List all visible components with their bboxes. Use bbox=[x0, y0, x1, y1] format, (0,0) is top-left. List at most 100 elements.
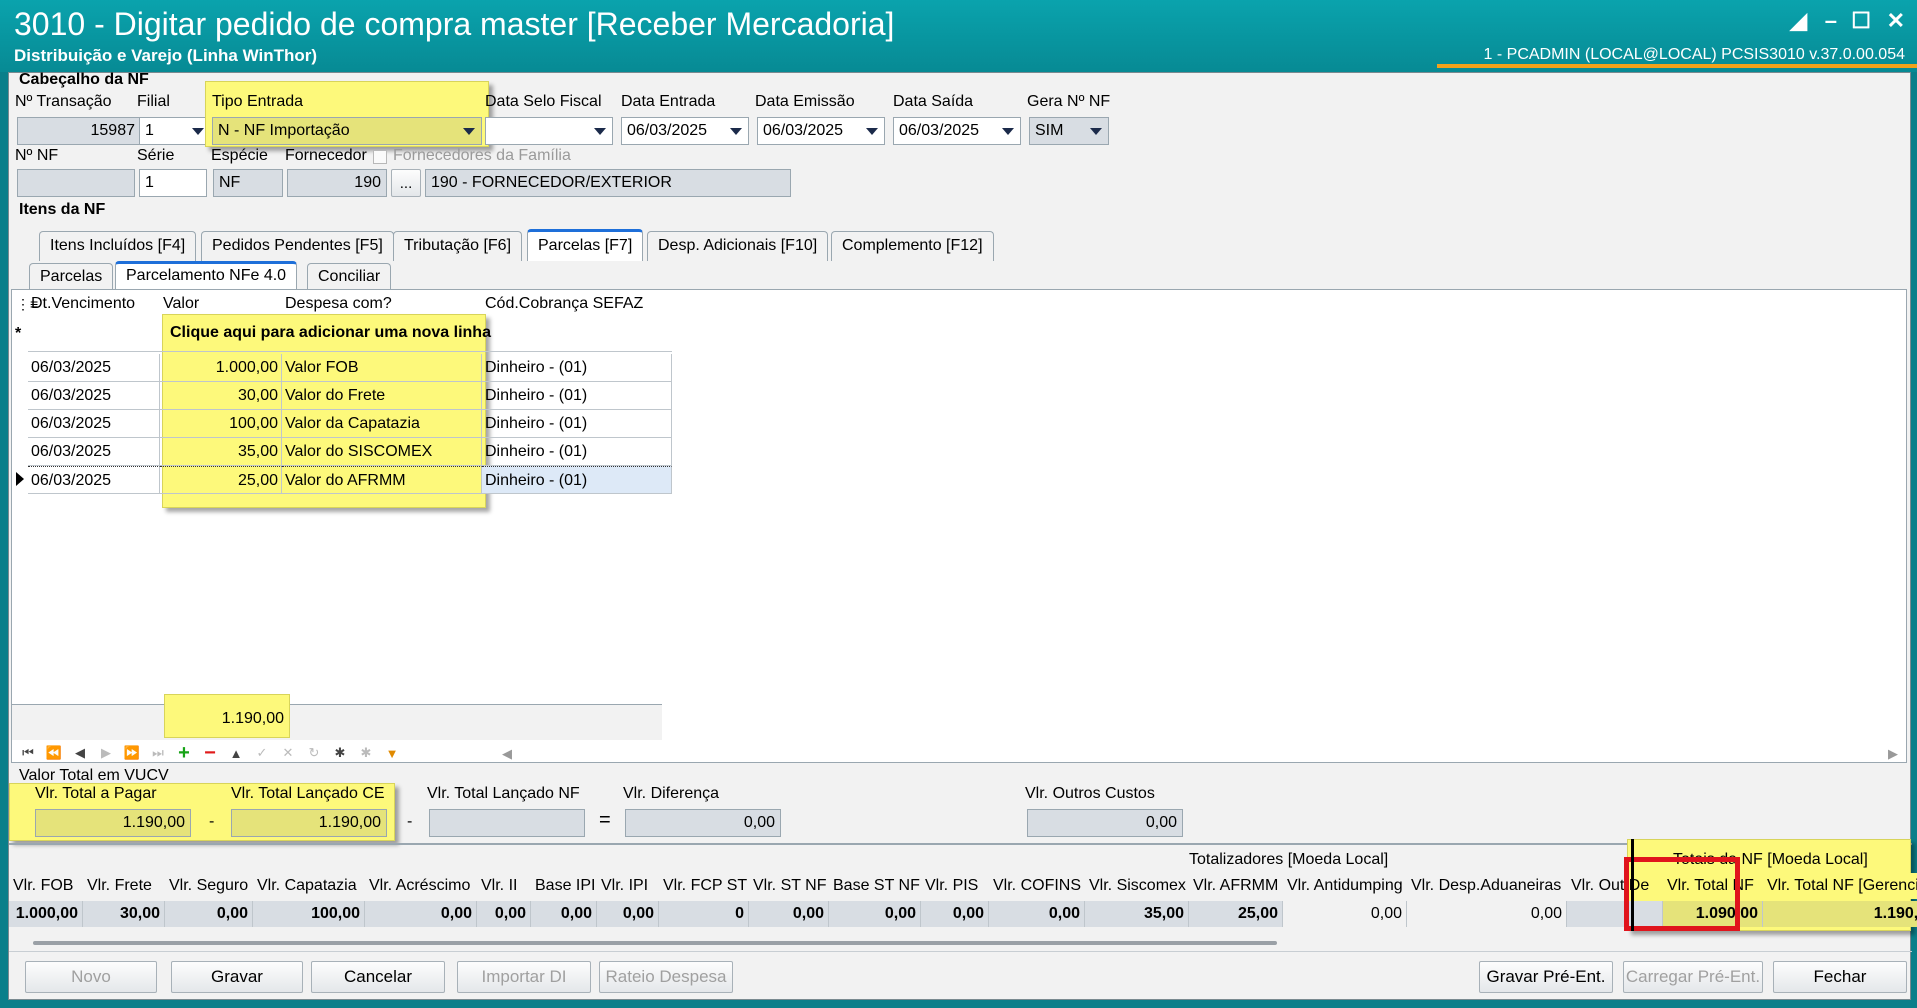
edit-record-icon[interactable]: ▲ bbox=[224, 742, 248, 764]
table-row[interactable]: 06/03/2025 30,00 Valor do Frete Dinheiro - … bbox=[12, 382, 672, 410]
table-row[interactable]: 06/03/2025 1.000,00 Valor FOB Dinheiro - (0… bbox=[12, 354, 672, 382]
cell-vencimento[interactable]: 06/03/2025 bbox=[28, 354, 160, 382]
gravar-pre-entrada-button[interactable]: Gravar Pré-Ent. bbox=[1479, 961, 1613, 993]
cell-despesa[interactable]: Valor da Capatazia bbox=[282, 410, 482, 438]
familia-checkbox[interactable] bbox=[373, 150, 387, 164]
importar-di-button[interactable]: Importar DI bbox=[457, 961, 591, 993]
cell-cod-cobranca[interactable]: Dinheiro - (01) bbox=[482, 410, 672, 438]
data-saida-value: 06/03/2025 bbox=[899, 122, 980, 139]
filter-icon[interactable]: ▼ bbox=[380, 742, 404, 764]
fechar-button[interactable]: Fechar bbox=[1773, 961, 1907, 993]
transacao-field[interactable]: 15987 bbox=[17, 117, 141, 145]
gravar-button[interactable]: Gravar bbox=[171, 961, 303, 993]
num-nf-field[interactable] bbox=[17, 169, 135, 197]
prior-record-icon[interactable]: ◀ bbox=[68, 742, 92, 764]
horizontal-scrollbar[interactable] bbox=[33, 941, 1277, 945]
close-icon[interactable]: ✕ bbox=[1887, 8, 1905, 34]
cell-despesa[interactable]: Valor do Frete bbox=[282, 382, 482, 410]
data-selo-select[interactable] bbox=[485, 117, 613, 145]
table-row[interactable]: 06/03/2025 35,00 Valor do SISCOMEX Dinheiro… bbox=[12, 438, 672, 466]
chevron-down-icon[interactable] bbox=[997, 119, 1019, 143]
tab-parcelas[interactable]: Parcelas [F7] bbox=[527, 229, 644, 261]
gera-nf-select[interactable]: SIM bbox=[1029, 117, 1109, 145]
cell-vencimento[interactable]: 06/03/2025 bbox=[28, 382, 160, 410]
cell-valor[interactable]: 1.000,00 bbox=[160, 354, 282, 382]
fornecedor-code-field[interactable]: 190 bbox=[287, 169, 387, 197]
next-page-icon[interactable]: ⏩ bbox=[120, 742, 144, 764]
minimize-icon[interactable]: – bbox=[1825, 8, 1837, 34]
subtab-parcelamento-nfe[interactable]: Parcelamento NFe 4.0 bbox=[115, 261, 298, 291]
refresh-icon[interactable]: ↻ bbox=[302, 742, 326, 764]
data-selo-label: Data Selo Fiscal bbox=[485, 93, 602, 110]
col-header-cod-cobranca[interactable]: Cód.Cobrança SEFAZ bbox=[482, 290, 672, 318]
chevron-down-icon[interactable] bbox=[725, 119, 747, 143]
filial-select[interactable]: 1 bbox=[139, 117, 211, 145]
fornecedor-name-field[interactable]: 190 - FORNECEDOR/EXTERIOR bbox=[425, 169, 791, 197]
first-record-icon[interactable]: ⏮ bbox=[16, 742, 40, 764]
total-ce-field[interactable]: 1.190,00 bbox=[231, 809, 387, 837]
chevron-down-icon[interactable] bbox=[458, 119, 480, 143]
total-pagar-field[interactable]: 1.190,00 bbox=[35, 809, 191, 837]
goto-bookmark-icon[interactable]: ✱ bbox=[354, 742, 378, 764]
cancel-record-icon[interactable]: ✕ bbox=[276, 742, 300, 764]
post-record-icon[interactable]: ✓ bbox=[250, 742, 274, 764]
new-row-hint: Clique aqui para adicionar uma nova linh… bbox=[170, 324, 491, 341]
subtab-conciliar[interactable]: Conciliar bbox=[307, 263, 392, 291]
cell-despesa[interactable]: Valor FOB bbox=[282, 354, 482, 382]
serie-field[interactable]: 1 bbox=[139, 169, 207, 197]
cell-cod-cobranca[interactable]: Dinheiro - (01) bbox=[482, 354, 672, 382]
add-record-icon[interactable]: + bbox=[172, 742, 196, 764]
novo-button[interactable]: Novo bbox=[25, 961, 157, 993]
filial-label: Filial bbox=[137, 93, 170, 110]
cell-cod-cobranca[interactable]: Dinheiro - (01) bbox=[482, 382, 672, 410]
cancelar-button[interactable]: Cancelar bbox=[311, 961, 445, 993]
table-row[interactable]: 06/03/2025 25,00 Valor do AFRMM Dinheiro - … bbox=[12, 466, 672, 494]
totals-header: Vlr. FCP ST bbox=[663, 877, 748, 894]
fornecedor-lookup-button[interactable]: ... bbox=[391, 169, 421, 197]
scroll-right-icon[interactable]: ▶ bbox=[1888, 746, 1898, 762]
tab-pedidos-pendentes[interactable]: Pedidos Pendentes [F5] bbox=[201, 231, 394, 261]
col-header-vencimento[interactable]: Dt.Vencimento bbox=[28, 290, 160, 318]
data-entrada-select[interactable]: 06/03/2025 bbox=[621, 117, 749, 145]
totals-value: 0,00 bbox=[365, 901, 477, 927]
tipo-entrada-select[interactable]: N - NF Importação bbox=[212, 117, 482, 145]
cell-vencimento[interactable]: 06/03/2025 bbox=[28, 438, 160, 466]
outros-custos-field[interactable]: 0,00 bbox=[1027, 809, 1183, 837]
especie-field[interactable]: NF bbox=[213, 169, 283, 197]
tab-complemento[interactable]: Complemento [F12] bbox=[831, 231, 994, 261]
maximize-icon[interactable]: ☐ bbox=[1851, 8, 1871, 34]
restore-layout-icon[interactable]: ◢ bbox=[1790, 8, 1807, 34]
table-row[interactable]: 06/03/2025 100,00 Valor da Capatazia Dinhei… bbox=[12, 410, 672, 438]
cell-despesa[interactable]: Valor do AFRMM bbox=[282, 466, 482, 494]
data-emissao-select[interactable]: 06/03/2025 bbox=[757, 117, 885, 145]
cell-cod-cobranca[interactable]: Dinheiro - (01) bbox=[482, 466, 672, 494]
cell-despesa[interactable]: Valor do SISCOMEX bbox=[282, 438, 482, 466]
cell-vencimento[interactable]: 06/03/2025 bbox=[28, 410, 160, 438]
cell-valor[interactable]: 30,00 bbox=[160, 382, 282, 410]
chevron-down-icon[interactable] bbox=[1085, 119, 1107, 143]
tab-desp-adicionais[interactable]: Desp. Adicionais [F10] bbox=[647, 231, 829, 261]
save-bookmark-icon[interactable]: ✱ bbox=[328, 742, 352, 764]
chevron-down-icon[interactable] bbox=[861, 119, 883, 143]
cell-valor[interactable]: 25,00 bbox=[160, 466, 282, 494]
next-record-icon[interactable]: ▶ bbox=[94, 742, 118, 764]
tab-itens-incluidos[interactable]: Itens Incluídos [F4] bbox=[39, 231, 197, 261]
carregar-pre-entrada-button[interactable]: Carregar Pré-Ent. bbox=[1623, 961, 1763, 993]
diferenca-field[interactable]: 0,00 bbox=[625, 809, 781, 837]
tipo-entrada-value: N - NF Importação bbox=[218, 122, 350, 139]
last-record-icon[interactable]: ⏭ bbox=[146, 742, 170, 764]
cell-valor[interactable]: 100,00 bbox=[160, 410, 282, 438]
delete-record-icon[interactable]: − bbox=[198, 742, 222, 764]
rateio-despesa-button[interactable]: Rateio Despesa bbox=[599, 961, 733, 993]
prior-page-icon[interactable]: ⏪ bbox=[42, 742, 66, 764]
tab-tributacao[interactable]: Tributação [F6] bbox=[393, 231, 523, 261]
cell-valor[interactable]: 35,00 bbox=[160, 438, 282, 466]
data-saida-select[interactable]: 06/03/2025 bbox=[893, 117, 1021, 145]
totals-header: Base ST NF bbox=[833, 877, 920, 894]
total-nf-field[interactable] bbox=[429, 809, 585, 837]
subtab-parcelas[interactable]: Parcelas bbox=[29, 263, 114, 291]
chevron-down-icon[interactable] bbox=[589, 119, 611, 143]
cell-vencimento[interactable]: 06/03/2025 bbox=[28, 466, 160, 494]
cell-cod-cobranca[interactable]: Dinheiro - (01) bbox=[482, 438, 672, 466]
scroll-left-icon[interactable]: ◀ bbox=[502, 746, 512, 762]
